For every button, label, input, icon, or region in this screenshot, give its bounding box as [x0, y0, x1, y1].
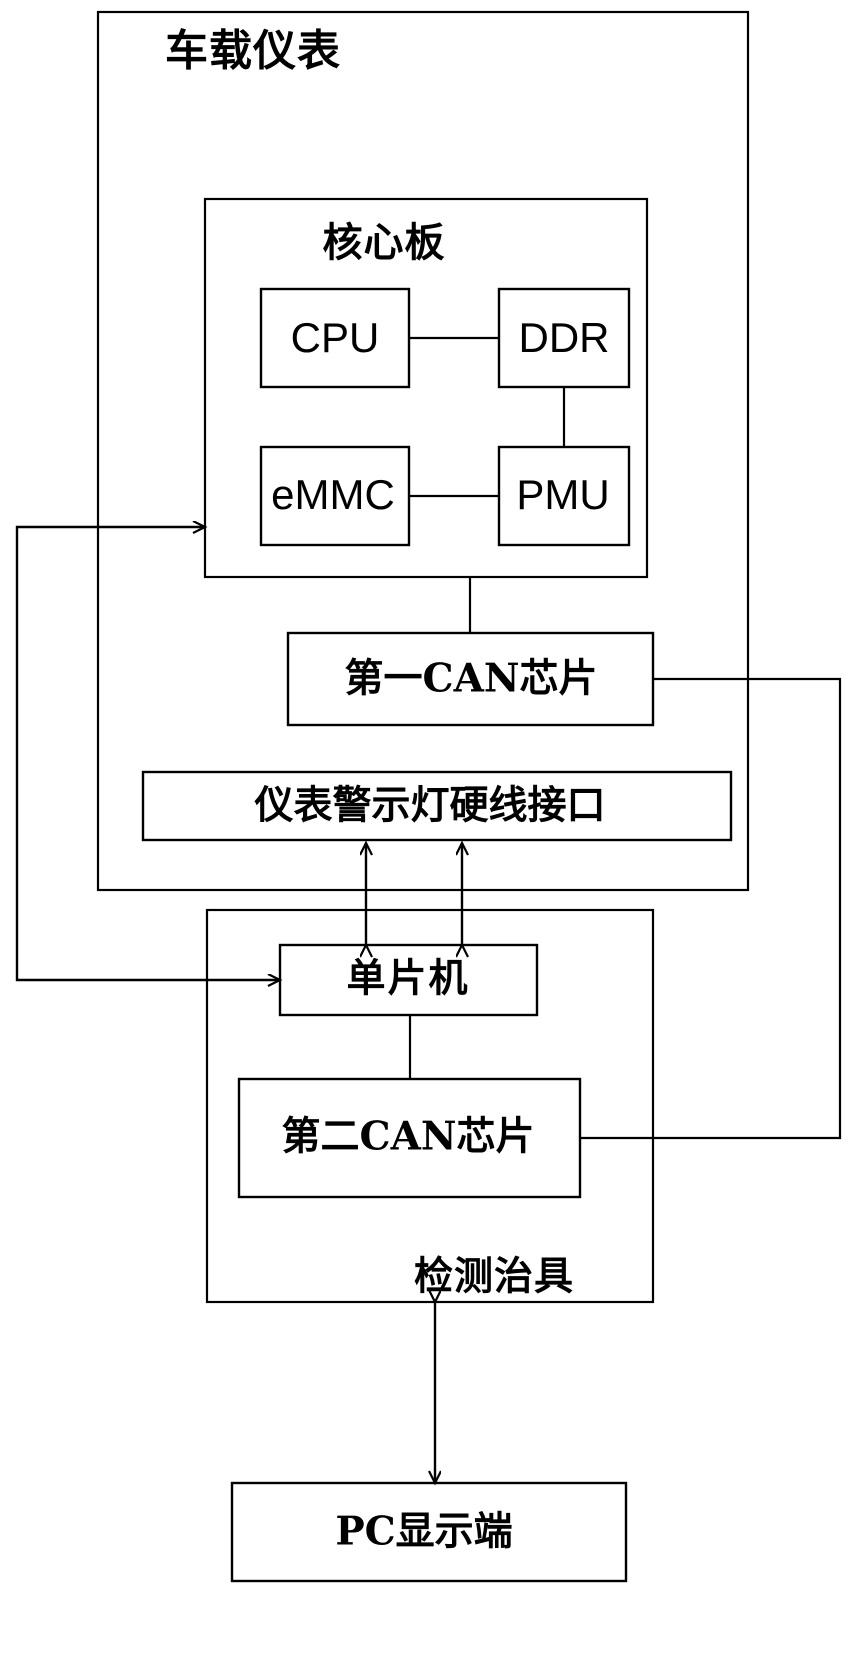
label-mcu: 单片机: [346, 955, 470, 1002]
label-warning-light-interface: 仪表警示灯硬线接口: [254, 782, 606, 829]
label-cpu: CPU: [290, 314, 380, 361]
label-pmu: PMU: [516, 471, 610, 518]
block-diagram: 车载仪表 核心板 CPU DDR eMMC PMU 第一CAN芯片 仪表警示灯硬…: [0, 0, 860, 1667]
label-emmc: eMMC: [271, 471, 395, 518]
label-test-fixture: 检测治具: [413, 1253, 575, 1300]
arrow-feedback-to-mcu: [15, 890, 280, 980]
label-vehicle-instrument: 车载仪表: [165, 26, 341, 77]
label-pc-display: PC显示端: [335, 1508, 513, 1555]
label-second-can-chip: 第二CAN芯片: [281, 1113, 535, 1160]
label-ddr: DDR: [518, 314, 610, 361]
label-first-can-chip: 第一CAN芯片: [344, 655, 598, 702]
link-firstcan-secondcan-routed: [580, 677, 842, 1140]
container-vehicle-instrument: [96, 10, 750, 892]
label-core-board: 核心板: [322, 219, 446, 266]
